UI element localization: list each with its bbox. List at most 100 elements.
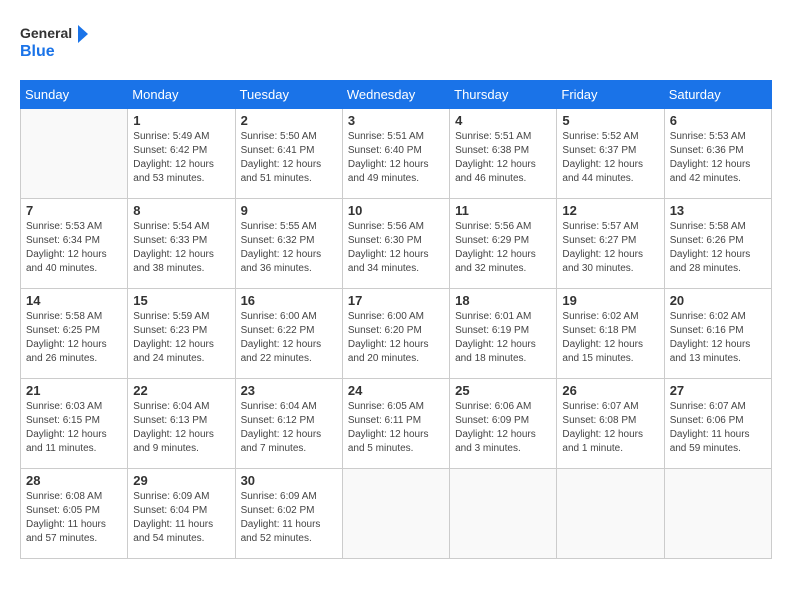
svg-text:General: General bbox=[20, 25, 72, 41]
week-row-3: 14 Sunrise: 5:58 AM Sunset: 6:25 PM Dayli… bbox=[21, 289, 772, 379]
header-thursday: Thursday bbox=[450, 81, 557, 109]
week-row-1: 1 Sunrise: 5:49 AM Sunset: 6:42 PM Daylig… bbox=[21, 109, 772, 199]
day-cell: 7 Sunrise: 5:53 AM Sunset: 6:34 PM Daylig… bbox=[21, 199, 128, 289]
day-cell: 21 Sunrise: 6:03 AM Sunset: 6:15 PM Dayli… bbox=[21, 379, 128, 469]
day-number: 4 bbox=[455, 113, 551, 128]
day-info: Sunrise: 5:53 AM Sunset: 6:34 PM Dayligh… bbox=[26, 220, 122, 276]
day-number: 19 bbox=[562, 293, 658, 308]
day-number: 7 bbox=[26, 203, 122, 218]
day-number: 11 bbox=[455, 203, 551, 218]
day-info: Sunrise: 6:02 AM Sunset: 6:18 PM Dayligh… bbox=[562, 310, 658, 366]
day-info: Sunrise: 5:52 AM Sunset: 6:37 PM Dayligh… bbox=[562, 130, 658, 186]
header-tuesday: Tuesday bbox=[235, 81, 342, 109]
day-number: 27 bbox=[670, 383, 766, 398]
day-info: Sunrise: 5:49 AM Sunset: 6:42 PM Dayligh… bbox=[133, 130, 229, 186]
header-sunday: Sunday bbox=[21, 81, 128, 109]
day-info: Sunrise: 6:02 AM Sunset: 6:16 PM Dayligh… bbox=[670, 310, 766, 366]
calendar-header-row: SundayMondayTuesdayWednesdayThursdayFrid… bbox=[21, 81, 772, 109]
day-info: Sunrise: 5:51 AM Sunset: 6:40 PM Dayligh… bbox=[348, 130, 444, 186]
day-info: Sunrise: 5:59 AM Sunset: 6:23 PM Dayligh… bbox=[133, 310, 229, 366]
day-cell: 20 Sunrise: 6:02 AM Sunset: 6:16 PM Dayli… bbox=[664, 289, 771, 379]
day-info: Sunrise: 6:08 AM Sunset: 6:05 PM Dayligh… bbox=[26, 490, 122, 546]
day-info: Sunrise: 5:58 AM Sunset: 6:25 PM Dayligh… bbox=[26, 310, 122, 366]
day-info: Sunrise: 5:51 AM Sunset: 6:38 PM Dayligh… bbox=[455, 130, 551, 186]
day-number: 20 bbox=[670, 293, 766, 308]
day-info: Sunrise: 6:00 AM Sunset: 6:20 PM Dayligh… bbox=[348, 310, 444, 366]
day-number: 14 bbox=[26, 293, 122, 308]
day-number: 16 bbox=[241, 293, 337, 308]
day-cell: 18 Sunrise: 6:01 AM Sunset: 6:19 PM Dayli… bbox=[450, 289, 557, 379]
header-wednesday: Wednesday bbox=[342, 81, 449, 109]
day-number: 28 bbox=[26, 473, 122, 488]
logo: General Blue bbox=[20, 20, 90, 64]
day-cell: 30Sunrise: 6:09 AM Sunset: 6:02 PM Dayli… bbox=[235, 469, 342, 559]
day-cell: 22 Sunrise: 6:04 AM Sunset: 6:13 PM Dayli… bbox=[128, 379, 235, 469]
page-header: General Blue bbox=[20, 20, 772, 64]
day-cell: 2 Sunrise: 5:50 AM Sunset: 6:41 PM Daylig… bbox=[235, 109, 342, 199]
day-number: 24 bbox=[348, 383, 444, 398]
day-number: 12 bbox=[562, 203, 658, 218]
day-cell: 13Sunrise: 5:58 AM Sunset: 6:26 PM Dayli… bbox=[664, 199, 771, 289]
day-cell: 8 Sunrise: 5:54 AM Sunset: 6:33 PM Daylig… bbox=[128, 199, 235, 289]
day-number: 29 bbox=[133, 473, 229, 488]
day-info: Sunrise: 6:07 AM Sunset: 6:06 PM Dayligh… bbox=[670, 400, 766, 456]
day-cell: 23Sunrise: 6:04 AM Sunset: 6:12 PM Dayli… bbox=[235, 379, 342, 469]
day-cell: 10Sunrise: 5:56 AM Sunset: 6:30 PM Dayli… bbox=[342, 199, 449, 289]
day-cell: 29 Sunrise: 6:09 AM Sunset: 6:04 PM Dayli… bbox=[128, 469, 235, 559]
day-number: 13 bbox=[670, 203, 766, 218]
day-cell: 24 Sunrise: 6:05 AM Sunset: 6:11 PM Dayli… bbox=[342, 379, 449, 469]
day-info: Sunrise: 5:50 AM Sunset: 6:41 PM Dayligh… bbox=[241, 130, 337, 186]
day-number: 21 bbox=[26, 383, 122, 398]
day-cell: 15 Sunrise: 5:59 AM Sunset: 6:23 PM Dayli… bbox=[128, 289, 235, 379]
week-row-2: 7 Sunrise: 5:53 AM Sunset: 6:34 PM Daylig… bbox=[21, 199, 772, 289]
day-number: 25 bbox=[455, 383, 551, 398]
day-number: 8 bbox=[133, 203, 229, 218]
header-saturday: Saturday bbox=[664, 81, 771, 109]
day-number: 22 bbox=[133, 383, 229, 398]
day-cell: 16 Sunrise: 6:00 AM Sunset: 6:22 PM Dayli… bbox=[235, 289, 342, 379]
day-number: 6 bbox=[670, 113, 766, 128]
day-cell: 6Sunrise: 5:53 AM Sunset: 6:36 PM Daylig… bbox=[664, 109, 771, 199]
day-cell: 11 Sunrise: 5:56 AM Sunset: 6:29 PM Dayli… bbox=[450, 199, 557, 289]
day-number: 2 bbox=[241, 113, 337, 128]
day-info: Sunrise: 6:04 AM Sunset: 6:13 PM Dayligh… bbox=[133, 400, 229, 456]
day-info: Sunrise: 6:09 AM Sunset: 6:04 PM Dayligh… bbox=[133, 490, 229, 546]
day-cell: 4 Sunrise: 5:51 AM Sunset: 6:38 PM Daylig… bbox=[450, 109, 557, 199]
day-number: 23 bbox=[241, 383, 337, 398]
week-row-4: 21 Sunrise: 6:03 AM Sunset: 6:15 PM Dayli… bbox=[21, 379, 772, 469]
day-info: Sunrise: 6:05 AM Sunset: 6:11 PM Dayligh… bbox=[348, 400, 444, 456]
day-number: 5 bbox=[562, 113, 658, 128]
day-cell: 19 Sunrise: 6:02 AM Sunset: 6:18 PM Dayli… bbox=[557, 289, 664, 379]
day-cell bbox=[450, 469, 557, 559]
day-cell: 12 Sunrise: 5:57 AM Sunset: 6:27 PM Dayli… bbox=[557, 199, 664, 289]
day-number: 9 bbox=[241, 203, 337, 218]
day-cell bbox=[557, 469, 664, 559]
day-number: 1 bbox=[133, 113, 229, 128]
day-info: Sunrise: 6:09 AM Sunset: 6:02 PM Dayligh… bbox=[241, 490, 337, 546]
day-number: 18 bbox=[455, 293, 551, 308]
day-cell bbox=[664, 469, 771, 559]
day-cell: 17Sunrise: 6:00 AM Sunset: 6:20 PM Dayli… bbox=[342, 289, 449, 379]
day-cell bbox=[21, 109, 128, 199]
day-info: Sunrise: 5:55 AM Sunset: 6:32 PM Dayligh… bbox=[241, 220, 337, 276]
day-info: Sunrise: 5:57 AM Sunset: 6:27 PM Dayligh… bbox=[562, 220, 658, 276]
logo-svg: General Blue bbox=[20, 20, 90, 64]
day-info: Sunrise: 6:00 AM Sunset: 6:22 PM Dayligh… bbox=[241, 310, 337, 366]
day-number: 10 bbox=[348, 203, 444, 218]
calendar-table: SundayMondayTuesdayWednesdayThursdayFrid… bbox=[20, 80, 772, 559]
day-info: Sunrise: 6:03 AM Sunset: 6:15 PM Dayligh… bbox=[26, 400, 122, 456]
day-number: 15 bbox=[133, 293, 229, 308]
day-cell: 25Sunrise: 6:06 AM Sunset: 6:09 PM Dayli… bbox=[450, 379, 557, 469]
day-info: Sunrise: 6:01 AM Sunset: 6:19 PM Dayligh… bbox=[455, 310, 551, 366]
day-cell: 27 Sunrise: 6:07 AM Sunset: 6:06 PM Dayli… bbox=[664, 379, 771, 469]
day-cell: 9 Sunrise: 5:55 AM Sunset: 6:32 PM Daylig… bbox=[235, 199, 342, 289]
day-number: 3 bbox=[348, 113, 444, 128]
day-info: Sunrise: 5:54 AM Sunset: 6:33 PM Dayligh… bbox=[133, 220, 229, 276]
day-cell bbox=[342, 469, 449, 559]
header-monday: Monday bbox=[128, 81, 235, 109]
header-friday: Friday bbox=[557, 81, 664, 109]
day-cell: 14 Sunrise: 5:58 AM Sunset: 6:25 PM Dayli… bbox=[21, 289, 128, 379]
day-number: 26 bbox=[562, 383, 658, 398]
week-row-5: 28 Sunrise: 6:08 AM Sunset: 6:05 PM Dayli… bbox=[21, 469, 772, 559]
day-info: Sunrise: 5:56 AM Sunset: 6:29 PM Dayligh… bbox=[455, 220, 551, 276]
